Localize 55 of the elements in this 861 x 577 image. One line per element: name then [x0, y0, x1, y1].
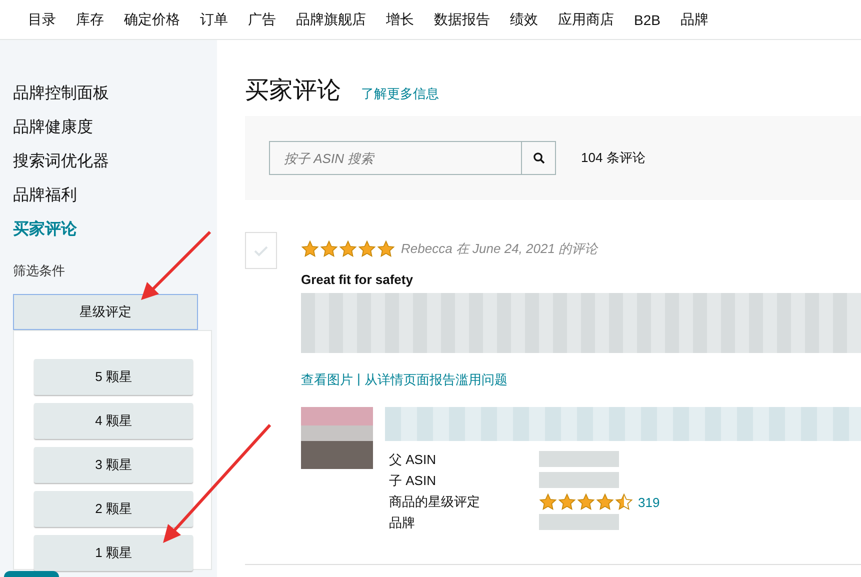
star-filter-option[interactable]: 4 颗星 [34, 403, 193, 439]
star-icon [596, 493, 614, 512]
star-filter-option[interactable]: 3 颗星 [34, 447, 193, 483]
field-label: 商品的星级评定 [389, 493, 481, 512]
view-images-link[interactable]: 查看图片 [301, 371, 353, 390]
nav-tab[interactable]: 应用商店 [548, 10, 624, 28]
sidebar-item[interactable]: 买家评论 [13, 216, 217, 250]
nav-tab[interactable]: 增长 [376, 10, 424, 28]
sidebar-item[interactable]: 品牌健康度 [13, 114, 217, 148]
field-label: 子 ASIN [389, 472, 437, 490]
star-icon [377, 240, 395, 258]
nav-tab[interactable]: B2B [624, 12, 670, 28]
check-icon [253, 244, 269, 256]
nav-tab[interactable]: 品牌 [670, 10, 718, 28]
link-separator: | [357, 371, 360, 388]
search-field[interactable]: 按子 ASIN 搜索 [269, 141, 521, 175]
review-checkbox[interactable] [245, 232, 277, 269]
nav-tab[interactable]: 绩效 [500, 10, 548, 28]
nav-tab[interactable]: 品牌旗舰店 [286, 10, 376, 28]
nav-tab[interactable]: 数据报告 [424, 10, 500, 28]
review-byline: Rebecca 在 June 24, 2021 的评论 [401, 241, 598, 256]
star-icon [339, 240, 357, 258]
nav-tab[interactable]: 广告 [238, 10, 286, 28]
learn-more-link[interactable]: 了解更多信息 [361, 85, 439, 103]
sidebar-item[interactable]: 品牌控制面板 [13, 80, 217, 114]
page-title: 买家评论 [245, 76, 341, 106]
star-icon [539, 493, 557, 512]
star-icon [358, 240, 376, 258]
star-icon [558, 493, 576, 512]
star-filter-option[interactable]: 1 颗星 [34, 535, 193, 571]
star-filter-option[interactable]: 5 颗星 [34, 359, 193, 395]
review-title: Great fit for safety [301, 272, 414, 288]
nav-tab[interactable]: 目录 [18, 10, 66, 28]
rating-dropdown[interactable]: 星级评定 [13, 294, 198, 330]
rating-count[interactable]: 319 [638, 494, 660, 510]
star-filter-option[interactable]: 2 颗星 [34, 491, 193, 527]
annotation-arrow [141, 230, 212, 300]
search-button[interactable] [521, 141, 556, 175]
review-count: 104 条评论 [581, 149, 646, 167]
star-icon [320, 240, 338, 258]
nav-tab[interactable]: 库存 [66, 10, 114, 28]
star-icon [301, 240, 319, 258]
search-icon [532, 152, 544, 164]
sidebar-item[interactable]: 搜索词优化器 [13, 148, 217, 182]
nav-tab[interactable]: 订单 [190, 10, 238, 28]
button-edge [4, 571, 59, 577]
field-label: 父 ASIN [389, 451, 437, 470]
filter-label: 筛选条件 [13, 262, 66, 280]
blurred-product-image [301, 407, 373, 470]
star-icon [615, 493, 633, 512]
report-abuse-link[interactable]: 从详情页面报告滥用问题 [364, 371, 508, 390]
field-label: 品牌 [389, 514, 416, 532]
nav-tab[interactable]: 确定价格 [114, 10, 190, 28]
sidebar-item[interactable]: 品牌福利 [13, 182, 217, 216]
star-icon [577, 493, 595, 512]
